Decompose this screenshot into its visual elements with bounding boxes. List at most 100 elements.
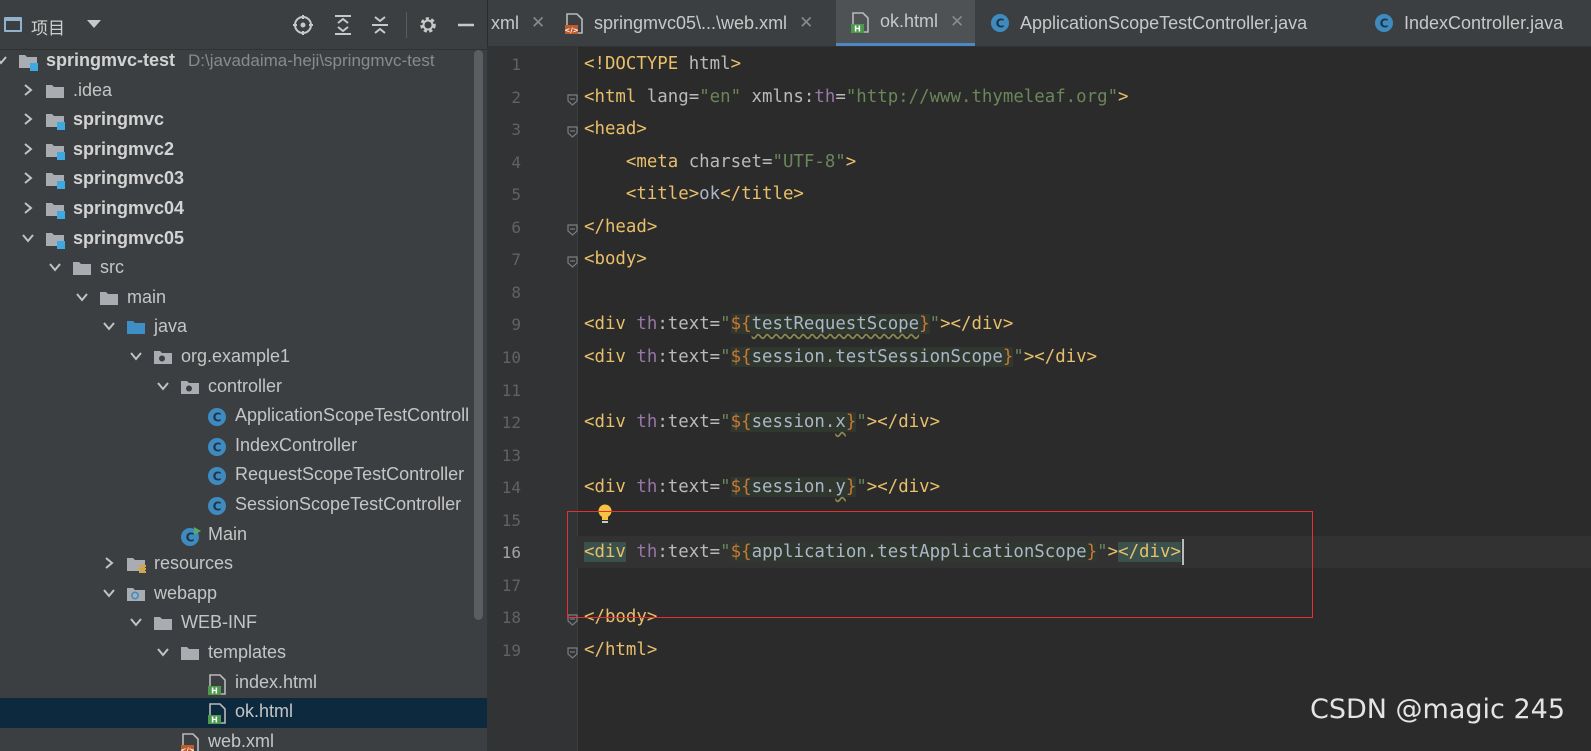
tree-item-web-xml[interactable]: </> web.xml	[0, 728, 487, 751]
folder-icon	[180, 644, 200, 664]
tree-item-applicationscopetestcontroller[interactable]: C ApplicationScopeTestControll	[0, 402, 487, 432]
tree-item-main-class[interactable]: C Main	[0, 521, 487, 551]
class-icon: C	[207, 407, 227, 427]
tree-item-springmvc2[interactable]: springmvc2	[0, 136, 487, 166]
chevron-down-icon[interactable]	[87, 20, 101, 28]
svg-text:C: C	[213, 440, 222, 454]
expand-all-icon[interactable]	[330, 12, 356, 38]
tree-item-springmvc[interactable]: springmvc	[0, 106, 487, 136]
code-line[interactable]: <div th:text="${session.testSessionScope…	[584, 341, 1097, 373]
fold-marker-icon[interactable]	[567, 221, 578, 236]
line-number: 10	[501, 347, 521, 367]
close-icon[interactable]: ✕	[950, 12, 964, 32]
close-icon[interactable]: ✕	[799, 13, 813, 33]
svg-text:C: C	[213, 500, 222, 514]
tree-item-webapp[interactable]: webapp	[0, 580, 487, 610]
fold-marker-icon[interactable]	[567, 644, 578, 659]
locate-file-icon[interactable]	[290, 12, 316, 38]
tree-item-springmvc-test[interactable]: springmvc-test D:\javadaima-heji\springmv…	[0, 47, 487, 77]
tree-item-main[interactable]: main	[0, 284, 487, 314]
code-line[interactable]: <body>	[584, 243, 647, 275]
tab-web-xml[interactable]: </> springmvc05\...\web.xml ✕	[550, 0, 833, 46]
tree-item-label: ok.html	[235, 701, 294, 722]
line-number-gutter: 1 2 3 4 5 6 7 8 9 10 11 12 13 14 15 16 17 18 19	[487, 47, 577, 751]
gear-icon[interactable]	[415, 12, 441, 38]
chevron-down-icon[interactable]	[102, 319, 116, 333]
collapse-all-icon[interactable]	[367, 12, 393, 38]
fold-marker-icon[interactable]	[567, 123, 578, 138]
code-line[interactable]: <meta charset="UTF-8">	[584, 146, 856, 178]
tree-item-springmvc05[interactable]: springmvc05	[0, 225, 487, 255]
svg-text:C: C	[213, 470, 222, 484]
code-line[interactable]: </html>	[584, 634, 657, 666]
highlight-annotation-box	[567, 511, 1313, 618]
project-tree-scrollbar[interactable]	[474, 50, 483, 620]
close-icon[interactable]: ✕	[531, 13, 545, 33]
tree-item-springmvc04[interactable]: springmvc04	[0, 195, 487, 225]
tab-applicationscopetestcontroller[interactable]: C ApplicationScopeTestController.java	[976, 0, 1358, 46]
tree-item-resources[interactable]: resources	[0, 550, 487, 580]
code-token: <div	[584, 412, 637, 433]
chevron-right-icon[interactable]	[102, 556, 116, 570]
tree-item-templates[interactable]: templates	[0, 639, 487, 669]
tree-item-ok-html[interactable]: Hok.html	[0, 698, 487, 728]
tree-item-springmvc03[interactable]: springmvc03	[0, 165, 487, 195]
code-token: ></div>	[940, 314, 1014, 335]
chevron-right-icon[interactable]	[21, 201, 35, 215]
chevron-down-icon[interactable]	[75, 290, 89, 304]
project-panel-title[interactable]: 项目	[31, 14, 65, 39]
line-number: 1	[511, 55, 521, 74]
code-token: session.testSessionScope	[751, 346, 1003, 367]
code-line[interactable]: <title>ok</title>	[584, 178, 804, 210]
tree-item-requestscopetestcontroller[interactable]: C RequestScopeTestController	[0, 461, 487, 491]
tree-item-web-inf[interactable]: WEB-INF	[0, 609, 487, 639]
project-view-icon[interactable]	[4, 17, 22, 32]
tree-item-label: src	[100, 257, 124, 278]
code-token: :text=	[657, 412, 721, 433]
chevron-right-icon[interactable]	[21, 83, 35, 97]
code-line[interactable]: <head>	[584, 113, 647, 145]
tab-indexcontroller[interactable]: C IndexController.java	[1360, 0, 1591, 46]
chevron-down-icon[interactable]	[0, 53, 8, 67]
chevron-down-icon[interactable]	[129, 349, 143, 363]
fold-marker-icon[interactable]	[567, 91, 578, 106]
chevron-down-icon[interactable]	[156, 645, 170, 659]
tree-item-indexcontroller[interactable]: C IndexController	[0, 432, 487, 462]
class-icon: C	[207, 437, 227, 457]
resources-folder-icon	[126, 555, 146, 575]
code-line[interactable]: </head>	[584, 211, 657, 243]
code-token: }	[845, 477, 857, 498]
fold-marker-icon[interactable]	[567, 253, 578, 269]
tab-xml[interactable]: xml ✕	[491, 0, 547, 46]
code-line[interactable]: <!DOCTYPE html>	[584, 48, 741, 80]
code-token: xmlns:	[741, 86, 815, 107]
code-line[interactable]: <div th:text="${session.y}"></div>	[584, 471, 940, 503]
chevron-down-icon[interactable]	[102, 586, 116, 600]
tree-item-index-html[interactable]: Hindex.html	[0, 669, 487, 699]
code-line[interactable]: <div th:text="${session.x}"></div>	[584, 406, 940, 438]
chevron-down-icon[interactable]	[156, 379, 170, 393]
code-line[interactable]: <div th:text="${testRequestScope}"></div…	[584, 308, 1013, 340]
hide-panel-icon[interactable]	[453, 12, 479, 38]
chevron-down-icon[interactable]	[21, 231, 35, 245]
tree-item-label: controller	[208, 375, 283, 396]
module-folder-icon	[45, 141, 65, 161]
tree-item-idea[interactable]: .idea	[0, 77, 487, 107]
chevron-down-icon[interactable]	[129, 615, 143, 629]
chevron-right-icon[interactable]	[21, 171, 35, 185]
chevron-down-icon[interactable]	[48, 260, 62, 274]
chevron-right-icon[interactable]	[21, 142, 35, 156]
code-editor[interactable]: 1 2 3 4 5 6 7 8 9 10 11 12 13 14 15 16 17 18 19 <!DOCTYPE …	[487, 47, 1591, 751]
tree-item-label: templates	[208, 642, 287, 662]
tree-item-org-example1[interactable]: org.example1	[0, 343, 487, 373]
chevron-right-icon[interactable]	[21, 112, 35, 126]
tree-item-java[interactable]: java	[0, 313, 487, 343]
xml-file-icon: </>	[180, 732, 200, 751]
tree-item-label: springmvc05	[73, 227, 185, 248]
code-line[interactable]: <html lang="en" xmlns:th="http://www.thy…	[584, 81, 1129, 113]
tree-item-sessionscopetestcontroller[interactable]: C SessionScopeTestController	[0, 491, 487, 521]
tree-item-src[interactable]: src	[0, 254, 487, 284]
tree-item-controller[interactable]: controller	[0, 373, 487, 403]
code-token: th	[636, 477, 658, 498]
tab-ok-html[interactable]: Hok.html ✕	[836, 0, 975, 46]
